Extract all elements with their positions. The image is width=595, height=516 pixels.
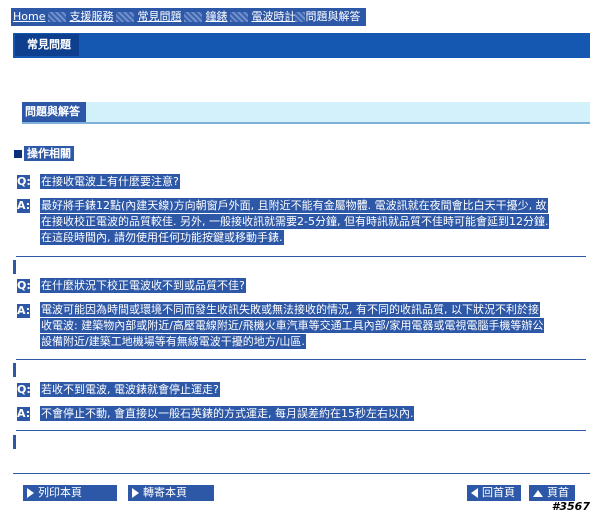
send-page-button[interactable]: 轉寄本頁 xyxy=(128,485,214,501)
breadcrumb-radio-link[interactable]: 電波時計 xyxy=(251,10,295,23)
answer-text: 電波可能因為時間或環境不同而發生收訊失敗或無法接收的情況, 有不同的收訊品質, … xyxy=(40,302,545,350)
question-2: 在什麼狀況下校正電波收不到或品質不佳? xyxy=(40,278,246,293)
section-title: 問題與解答 xyxy=(22,102,86,122)
answer-1-line-2: 在接收校正電波的品質較佳. 另外, 一般接收訊就需要2-5分鐘, 但有時訊就品質… xyxy=(40,214,550,229)
title-divider xyxy=(13,57,590,58)
footer-divider xyxy=(13,473,590,474)
bullet-square-icon xyxy=(14,150,22,158)
separator-icon xyxy=(184,12,203,22)
page-top-button[interactable]: 頁首 xyxy=(529,485,575,501)
faq-marker-bar xyxy=(13,363,16,377)
print-page-label: 列印本頁 xyxy=(38,486,82,499)
page-top-label: 頁首 xyxy=(547,486,569,499)
separator-icon xyxy=(48,12,67,22)
separator-icon xyxy=(116,12,135,22)
answer-marker: A: xyxy=(17,199,31,213)
faq-divider xyxy=(16,359,586,360)
breadcrumb-faq-link[interactable]: 常見問題 xyxy=(137,10,181,23)
back-home-label: 回首頁 xyxy=(482,486,515,499)
question-text: 在接收電波上有什麼要注意? xyxy=(40,174,180,190)
answer-1-line-1: 最好將手錶12點(內建天線)方向朝窗戶外面, 且附近不能有金屬物體. 電波訊就在… xyxy=(40,198,548,213)
breadcrumb-home-link[interactable]: Home xyxy=(13,10,45,23)
section-divider xyxy=(22,122,590,124)
send-page-label: 轉寄本頁 xyxy=(143,486,187,499)
question-text: 若收不到電波, 電波錶就會停止運走? xyxy=(40,382,220,398)
answer-2-line-2: 收電波: 建築物內部或附近/高壓電線附近/飛機火車汽車等交通工具內部/家用電器或… xyxy=(40,318,545,333)
page-title: 常見問題 xyxy=(15,34,79,56)
question-3: 若收不到電波, 電波錶就會停止運走? xyxy=(40,382,220,397)
faq-divider xyxy=(16,430,586,431)
title-bar xyxy=(13,33,590,57)
answer-marker: A: xyxy=(17,304,31,318)
arrow-left-icon xyxy=(471,488,478,498)
question-1: 在接收電波上有什麼要注意? xyxy=(40,174,180,189)
answer-text: 不會停止不動, 會直接以一般石英錶的方式運走, 每月誤差約在15秒左右以內. xyxy=(40,406,415,422)
breadcrumb-support-link[interactable]: 支援服務 xyxy=(69,10,113,23)
question-marker: Q: xyxy=(17,175,31,189)
answer-1-line-3: 在這段時間內, 請勿使用任何功能按鍵或移動手錶. xyxy=(40,230,284,245)
answer-text: 最好將手錶12點(內建天線)方向朝窗戶外面, 且附近不能有金屬物體. 電波訊就在… xyxy=(40,198,550,246)
separator-icon xyxy=(230,12,249,22)
watermark: #3567 xyxy=(551,500,590,513)
faq-marker-bar xyxy=(13,435,16,449)
separator-icon xyxy=(295,12,306,22)
answer-2-line-3: 設備附近/建築工地機場等有無線電波干擾的地方/山區. xyxy=(40,334,306,349)
arrow-up-icon xyxy=(533,489,543,497)
question-text: 在什麼狀況下校正電波收不到或品質不佳? xyxy=(40,278,246,294)
answer-marker: A: xyxy=(17,407,31,421)
question-marker: Q: xyxy=(17,383,31,397)
breadcrumb: Home 支援服務 常見問題 鐘錶 電波時計 問題與解答 xyxy=(11,8,367,26)
answer-3-line-1: 不會停止不動, 會直接以一般石英錶的方式運走, 每月誤差約在15秒左右以內. xyxy=(40,406,415,421)
section-header-bar xyxy=(22,102,590,122)
breadcrumb-watch-link[interactable]: 鐘錶 xyxy=(205,10,227,23)
breadcrumb-current: 問題與解答 xyxy=(305,10,361,23)
arrow-right-icon xyxy=(27,488,34,498)
back-home-button[interactable]: 回首頁 xyxy=(467,485,521,501)
arrow-right-icon xyxy=(132,488,139,498)
category-label: 操作相關 xyxy=(24,146,74,161)
faq-marker-bar xyxy=(13,260,16,274)
print-page-button[interactable]: 列印本頁 xyxy=(23,485,117,501)
question-marker: Q: xyxy=(17,279,31,293)
faq-divider xyxy=(16,256,586,257)
answer-2-line-1: 電波可能因為時間或環境不同而發生收訊失敗或無法接收的情況, 有不同的收訊品質, … xyxy=(40,302,540,317)
